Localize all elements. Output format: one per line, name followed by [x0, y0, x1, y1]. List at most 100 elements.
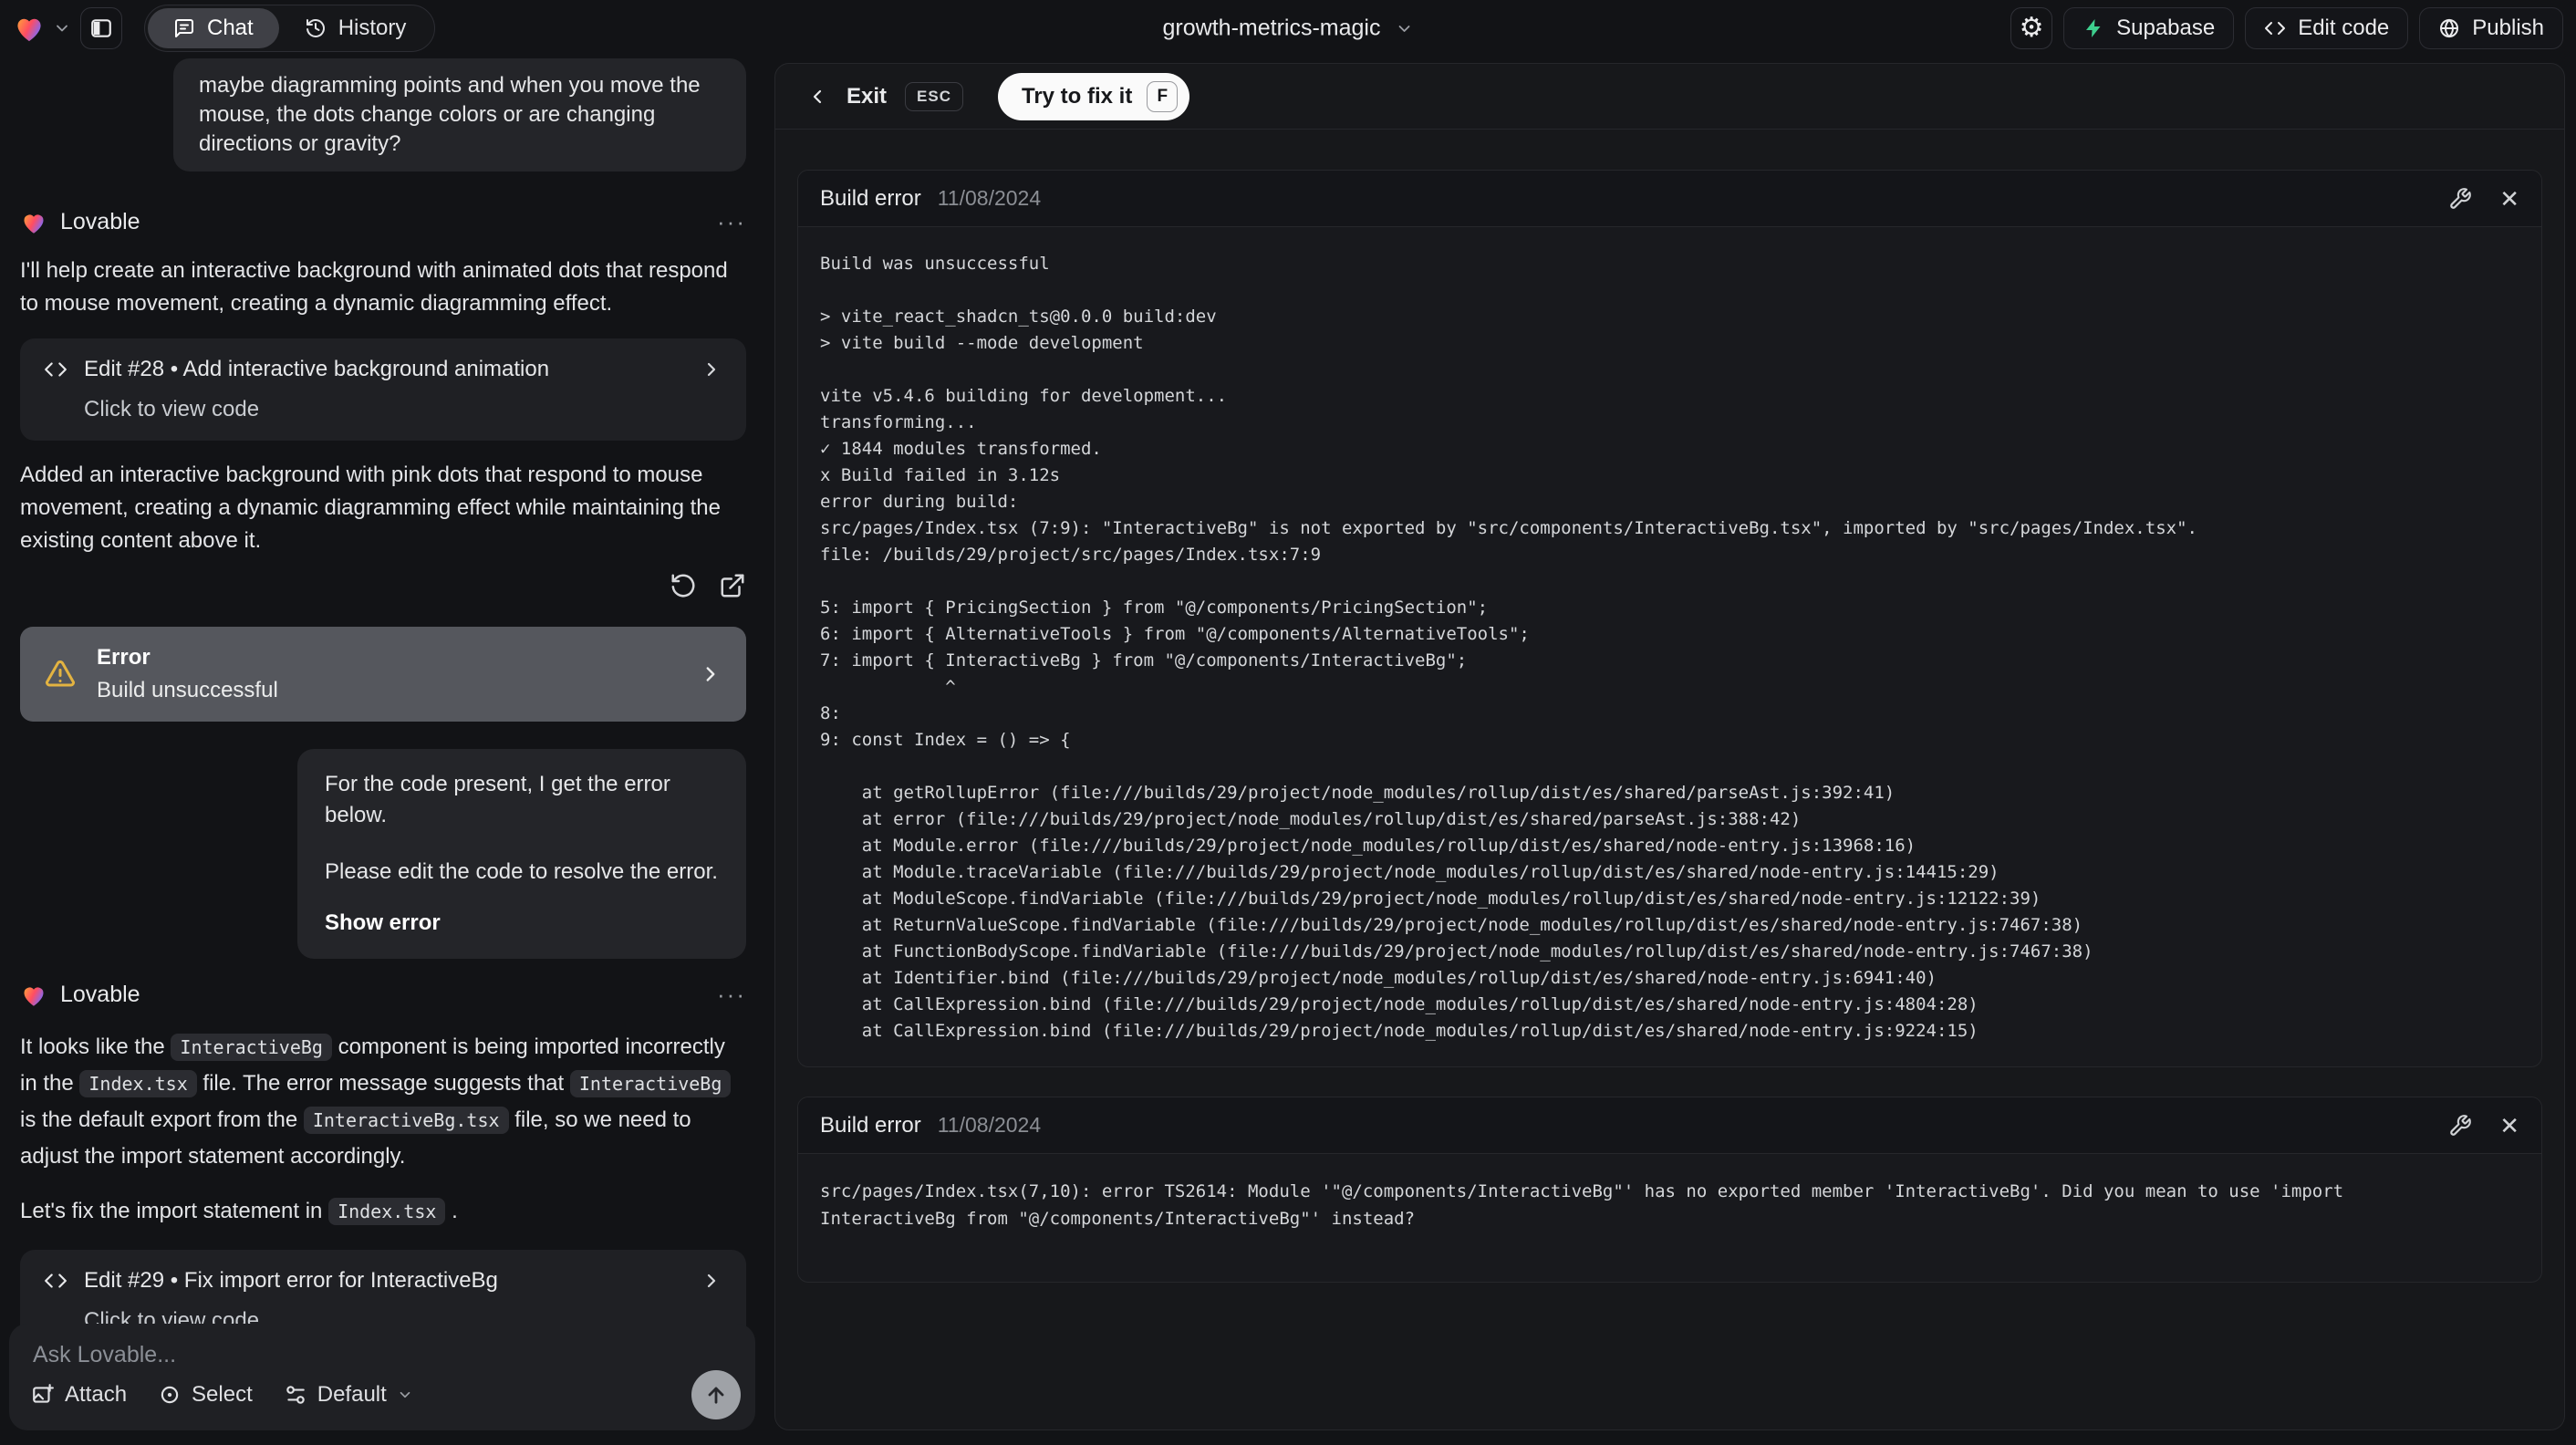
tab-history-label: History: [338, 16, 407, 40]
lovable-logo: [13, 12, 71, 45]
try-to-fix-button[interactable]: Try to fix it F: [997, 72, 1190, 120]
arrow-up-icon: [708, 1387, 724, 1404]
assistant-name: Lovable: [60, 982, 140, 1007]
chevron-right-icon: [707, 362, 716, 377]
build-error-log: src/pages/Index.tsx(7,10): error TS2614:…: [820, 1181, 2344, 1229]
publish-button[interactable]: Publish: [2419, 7, 2563, 49]
project-switcher[interactable]: growth-metrics-magic: [1163, 16, 1414, 42]
build-error-card-header: Build error 11/08/2024 ✕: [798, 1097, 2541, 1154]
show-error-label: Show error: [325, 910, 441, 935]
message-menu-button[interactable]: ···: [717, 208, 746, 236]
chevron-down-icon: [400, 1391, 410, 1398]
error-card-title: Error: [97, 645, 151, 670]
error-workspace-panel: Exit ESC Try to fix it F Build error 11/…: [774, 63, 2565, 1430]
chat-panel: maybe diagramming points and when you mo…: [0, 57, 763, 1445]
assistant-text: I'll help create an interactive backgrou…: [20, 258, 728, 316]
panel-left-icon: [91, 19, 111, 37]
supabase-label: Supabase: [2116, 16, 2216, 40]
settings-button[interactable]: ⚙: [2010, 7, 2053, 49]
build-error-date: 11/08/2024: [937, 1113, 1042, 1137]
assistant-text: Added an interactive background with pin…: [20, 463, 721, 553]
lovable-heart-icon: [24, 213, 44, 234]
mode-dropdown[interactable]: Default: [284, 1382, 413, 1408]
assistant-name: Lovable: [60, 209, 140, 234]
user-message-text: maybe diagramming points and when you mo…: [199, 73, 701, 156]
chat-input[interactable]: [33, 1342, 489, 1368]
assistant-text: Let's fix the import statement in Index.…: [20, 1198, 458, 1225]
workspace-header: Exit ESC Try to fix it F: [775, 64, 2564, 130]
exit-button[interactable]: Exit ESC: [806, 81, 963, 111]
topbar: Chat History growth-metrics-magic ⚙ Supa…: [0, 0, 2576, 57]
wrench-icon[interactable]: [2448, 187, 2472, 211]
chat-bubble-icon: [175, 19, 193, 37]
message-actions: [20, 572, 746, 599]
code-icon: [45, 362, 67, 377]
tab-history[interactable]: History: [279, 8, 432, 48]
open-external-icon[interactable]: [719, 572, 746, 599]
tab-chat-label: Chat: [207, 16, 254, 40]
attach-button[interactable]: Attach: [31, 1382, 127, 1408]
lovable-heart-icon: [17, 18, 41, 42]
mode-label: Default: [317, 1382, 387, 1407]
lovable-heart-icon: [24, 986, 44, 1006]
build-error-date: 11/08/2024: [937, 186, 1042, 210]
inline-code: InteractiveBg: [569, 1070, 732, 1097]
assistant-message-header: Lovable ···: [20, 981, 746, 1009]
try-to-fix-label: Try to fix it: [1021, 83, 1133, 109]
build-error-card-header: Build error 11/08/2024 ✕: [798, 171, 2541, 227]
select-button[interactable]: Select: [158, 1382, 253, 1408]
close-icon[interactable]: ✕: [2499, 187, 2519, 211]
restore-icon[interactable]: [670, 572, 697, 599]
build-error-log-card: Build error 11/08/2024 ✕ src/pages/Index…: [797, 1097, 2542, 1283]
user-message-text: Please edit the code to resolve the erro…: [325, 859, 718, 884]
esc-key-badge: ESC: [905, 81, 963, 111]
build-error-log-card: Build error 11/08/2024 ✕ Build was unsuc…: [797, 170, 2542, 1067]
exit-label: Exit: [847, 83, 888, 109]
edit-card-title: Edit #29 • Fix import error for Interact…: [84, 1268, 498, 1293]
chevron-down-icon[interactable]: [53, 19, 71, 37]
image-plus-icon: [33, 1384, 54, 1403]
select-target-icon: [161, 1386, 179, 1404]
sidebar-toggle-button[interactable]: [80, 7, 122, 49]
publish-label: Publish: [2472, 16, 2544, 40]
composer: Attach Select Default: [9, 1324, 755, 1430]
build-error-title: Build error: [820, 185, 921, 211]
tab-chat[interactable]: Chat: [148, 8, 279, 48]
inline-code: Index.tsx: [79, 1070, 197, 1097]
edit-code-label: Edit code: [2298, 16, 2390, 40]
user-message-text: For the code present, I get the error be…: [325, 772, 670, 827]
sliders-icon: [286, 1386, 305, 1404]
chevron-right-icon: [706, 667, 715, 681]
build-error-card[interactable]: Error Build unsuccessful: [20, 627, 746, 722]
edit-card-title: Edit #28 • Add interactive background an…: [84, 357, 550, 381]
supabase-button[interactable]: Supabase: [2063, 7, 2235, 49]
inline-code: InteractiveBg: [171, 1034, 332, 1061]
inline-code: InteractiveBg.tsx: [303, 1107, 509, 1134]
globe-icon: [2440, 18, 2459, 38]
select-label: Select: [192, 1382, 253, 1407]
gear-icon: ⚙: [2019, 13, 2044, 43]
assistant-text: It looks like the InteractiveBg componen…: [20, 1029, 746, 1175]
user-message: For the code present, I get the error be…: [297, 749, 746, 959]
message-menu-button[interactable]: ···: [717, 981, 746, 1009]
history-icon: [306, 19, 325, 37]
edit-code-button[interactable]: Edit code: [2245, 7, 2409, 49]
view-tabs: Chat History: [144, 5, 436, 52]
build-error-log: Build was unsuccessful > vite_react_shad…: [820, 254, 2197, 1041]
code-icon: [45, 1273, 67, 1288]
error-card-subtitle: Build unsuccessful: [97, 678, 278, 702]
build-error-title: Build error: [820, 1112, 921, 1138]
attach-label: Attach: [65, 1382, 128, 1407]
send-button[interactable]: [691, 1370, 741, 1419]
assistant-message-header: Lovable ···: [20, 208, 746, 236]
user-message: maybe diagramming points and when you mo…: [173, 58, 746, 172]
wrench-icon[interactable]: [2448, 1114, 2472, 1138]
supabase-icon: [2086, 19, 2101, 37]
chevron-right-icon: [707, 1273, 716, 1288]
edit-card-28[interactable]: Edit #28 • Add interactive background an…: [20, 338, 746, 441]
chevron-down-icon: [1398, 25, 1410, 32]
code-icon: [2265, 22, 2286, 35]
chevron-left-icon: [813, 89, 822, 103]
close-icon[interactable]: ✕: [2499, 1114, 2519, 1138]
f-key-badge: F: [1147, 80, 1179, 112]
